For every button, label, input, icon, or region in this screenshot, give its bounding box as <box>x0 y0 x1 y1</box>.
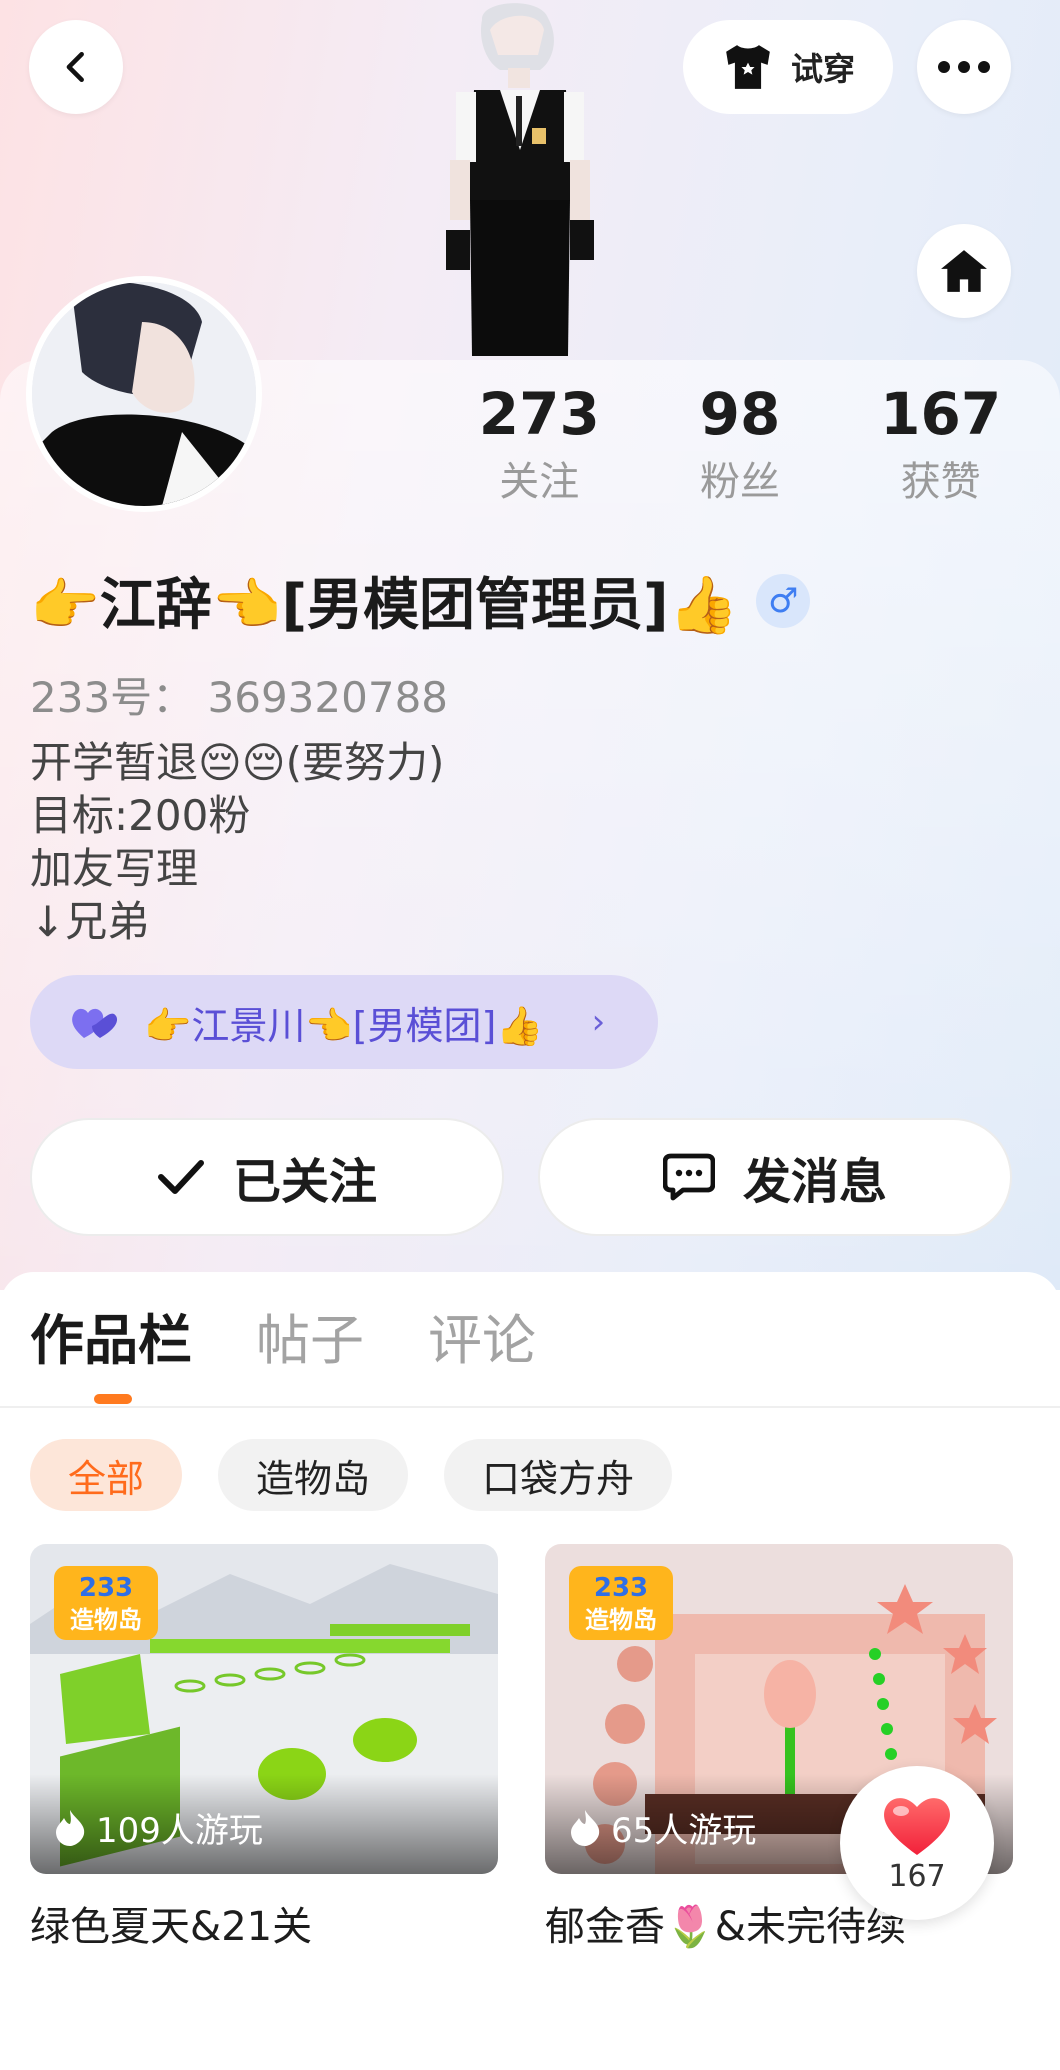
bio-line: 开学暂退😔😔(要努力) <box>30 738 445 787</box>
stat-value: 98 <box>699 380 781 448</box>
play-count: 65人游玩 <box>571 1803 756 1852</box>
try-on-button[interactable]: 试穿 <box>683 20 893 114</box>
nickname-row: 👉江辞👈[男模团管理员]👍 ♂ <box>30 560 811 641</box>
tab-comments[interactable]: 评论 <box>428 1306 536 1376</box>
logo-text: 造物岛 <box>70 1606 142 1634</box>
creation-island-logo: 233 造物岛 <box>54 1566 158 1640</box>
divider <box>0 1406 1060 1408</box>
stat-value: 273 <box>478 380 600 448</box>
stat-followers[interactable]: 98 粉丝 <box>619 378 862 510</box>
like-button[interactable]: 167 <box>840 1766 994 1920</box>
chat-bubble-icon <box>662 1153 715 1201</box>
gender-male-icon: ♂ <box>756 573 811 628</box>
following-label: 已关注 <box>232 1154 377 1210</box>
try-on-label: 试穿 <box>790 50 855 88</box>
filter-pocket-ark[interactable]: 口袋方舟 <box>444 1439 673 1511</box>
partner-name: 👉江景川👈[男模团]👍 <box>144 1003 544 1048</box>
work-thumbnail: 233 造物岛 109人游玩 <box>30 1544 498 1874</box>
more-button[interactable] <box>917 20 1011 114</box>
content-tabs: 作品栏 帖子 评论 <box>30 1306 536 1376</box>
flame-icon <box>571 1809 600 1846</box>
bio-line: 目标:200粉 <box>30 791 251 840</box>
following-button[interactable]: 已关注 <box>30 1118 504 1236</box>
stat-following[interactable]: 273 关注 <box>460 378 619 510</box>
bio-line: 加友写理 <box>30 844 199 893</box>
bio: 开学暂退😔😔(要努力) 目标:200粉 加友写理 ↓兄弟 <box>30 736 444 948</box>
tab-works[interactable]: 作品栏 <box>30 1306 192 1376</box>
nickname: 👉江辞👈[男模团管理员]👍 <box>30 573 739 638</box>
check-icon <box>157 1160 204 1194</box>
play-count-text: 65人游玩 <box>611 1811 757 1851</box>
double-heart-icon <box>72 1008 118 1038</box>
user-id[interactable]: 233号： 369320788 <box>30 664 448 725</box>
play-count: 109人游玩 <box>56 1803 263 1852</box>
avatar[interactable] <box>26 276 262 512</box>
work-title: 绿色夏天&21关 <box>30 1904 313 1950</box>
back-button[interactable] <box>29 20 123 114</box>
logo-text: 233 <box>79 1573 133 1603</box>
shirt-icon <box>726 45 770 89</box>
avatar-character-3d <box>446 3 594 356</box>
stat-label: 关注 <box>499 459 580 505</box>
heart-icon <box>884 1797 950 1855</box>
chevron-left-icon <box>66 51 84 83</box>
more-dots-icon <box>938 61 990 73</box>
message-button[interactable]: 发消息 <box>538 1118 1012 1236</box>
avatar-image <box>32 282 256 506</box>
bio-line: ↓兄弟 <box>30 897 150 946</box>
stat-value: 167 <box>880 380 1002 448</box>
filter-all[interactable]: 全部 <box>30 1439 183 1511</box>
logo-text: 造物岛 <box>585 1606 657 1634</box>
stat-label: 获赞 <box>900 459 981 505</box>
creation-island-logo: 233 造物岛 <box>569 1566 673 1640</box>
logo-text: 233 <box>594 1573 648 1603</box>
play-count-text: 109人游玩 <box>96 1811 263 1851</box>
home-button[interactable] <box>917 224 1011 318</box>
partner-link[interactable]: 👉江景川👈[男模团]👍 › <box>30 975 658 1069</box>
chevron-right-icon: › <box>591 1002 606 1042</box>
filter-creation-island[interactable]: 造物岛 <box>218 1439 409 1511</box>
message-label: 发消息 <box>742 1154 887 1210</box>
stat-label: 粉丝 <box>699 459 780 505</box>
profile-stats: 273 关注 98 粉丝 167 获赞 <box>460 378 1020 510</box>
home-icon <box>941 250 987 292</box>
flame-icon <box>56 1809 85 1846</box>
tab-posts[interactable]: 帖子 <box>256 1306 364 1376</box>
work-card[interactable]: 233 造物岛 109人游玩 绿色夏天&21关 <box>30 1544 498 1952</box>
active-tab-indicator <box>94 1394 132 1404</box>
stat-likes[interactable]: 167 获赞 <box>861 378 1020 510</box>
filter-chips: 全部 造物岛 口袋方舟 <box>30 1439 673 1511</box>
like-count: 167 <box>888 1858 946 1894</box>
